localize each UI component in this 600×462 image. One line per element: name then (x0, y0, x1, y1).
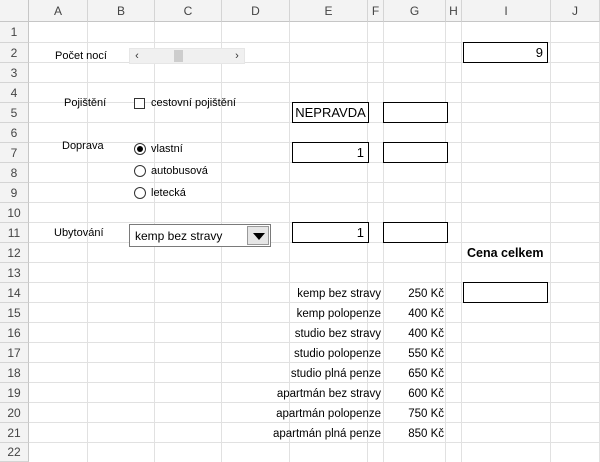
price-list-item-price: 750 Kč (408, 408, 444, 420)
row-header-13[interactable]: 13 (0, 263, 29, 283)
grid-line (29, 402, 600, 403)
accommodation-label: Ubytování (54, 227, 104, 239)
grid-line (29, 322, 600, 323)
price-list-item-price: 850 Kč (408, 428, 444, 440)
transport-radio-autobusova[interactable] (134, 165, 146, 177)
transport-option-label[interactable]: vlastní (151, 143, 183, 155)
price-list-item-name: apartmán bez stravy (276, 388, 381, 400)
row-header-12[interactable]: 12 (0, 243, 29, 263)
price-list-item-name: studio plná penze (290, 368, 381, 380)
price-list-item-price: 600 Kč (408, 388, 444, 400)
transport-value-cell[interactable]: 1 (292, 142, 369, 163)
insurance-label: Pojištění (64, 97, 107, 109)
row-header-21[interactable]: 21 (0, 423, 29, 443)
grid-line (29, 342, 600, 343)
grid-line (29, 422, 600, 423)
accommodation-dropdown[interactable]: kemp bez stravy (129, 224, 271, 247)
grid-line (29, 202, 600, 203)
insurance-price-cell[interactable] (383, 102, 448, 123)
column-header-b[interactable]: B (88, 0, 155, 22)
column-header-a[interactable]: A (29, 0, 88, 22)
price-list-item-name: studio bez stravy (294, 328, 381, 340)
column-header-g[interactable]: G (384, 0, 446, 22)
grid-line (29, 362, 600, 363)
price-list-item-price: 550 Kč (408, 348, 444, 360)
transport-radio-letecka[interactable] (134, 187, 146, 199)
row-header-7[interactable]: 7 (0, 143, 29, 163)
total-value-cell[interactable] (463, 282, 548, 303)
accommodation-price-cell[interactable] (383, 222, 448, 243)
transport-label: Doprava (62, 140, 104, 152)
row-header-16[interactable]: 16 (0, 323, 29, 343)
transport-option-label[interactable]: letecká (151, 187, 186, 199)
row-header-1[interactable]: 1 (0, 22, 29, 43)
grid-line (29, 182, 600, 183)
row-header-9[interactable]: 9 (0, 183, 29, 203)
price-list-item-name: apartmán plná penze (272, 428, 381, 440)
column-header-f[interactable]: F (368, 0, 384, 22)
nights-label: Počet nocí (55, 50, 107, 62)
insurance-checkbox[interactable] (134, 98, 145, 109)
chevron-right-icon[interactable]: › (230, 49, 244, 63)
row-header-10[interactable]: 10 (0, 203, 29, 223)
price-list-item-name: kemp polopenze (296, 308, 381, 320)
column-header-c[interactable]: C (155, 0, 222, 22)
row-header-11[interactable]: 11 (0, 223, 29, 243)
column-header-h[interactable]: H (446, 0, 462, 22)
nights-value-cell[interactable]: 9 (463, 42, 548, 63)
row-header-22[interactable]: 22 (0, 443, 29, 462)
triangle-down-icon[interactable] (247, 226, 269, 245)
row-header-15[interactable]: 15 (0, 303, 29, 323)
transport-price-cell[interactable] (383, 142, 448, 163)
row-header-8[interactable]: 8 (0, 163, 29, 183)
nights-scrollbar[interactable]: ‹ › (129, 48, 245, 64)
column-header-i[interactable]: I (462, 0, 551, 22)
accommodation-value-cell[interactable]: 1 (292, 222, 369, 243)
row-header-14[interactable]: 14 (0, 283, 29, 303)
row-header-4[interactable]: 4 (0, 83, 29, 103)
column-header-d[interactable]: D (222, 0, 290, 22)
price-list-item-price: 650 Kč (408, 368, 444, 380)
transport-option-label[interactable]: autobusová (151, 165, 208, 177)
select-all-corner[interactable] (0, 0, 29, 22)
row-header-18[interactable]: 18 (0, 363, 29, 383)
insurance-value-cell[interactable]: NEPRAVDA (292, 102, 369, 123)
price-list-item-price: 250 Kč (408, 288, 444, 300)
scrollbar-thumb[interactable] (174, 50, 183, 62)
transport-radio-vlastni[interactable] (134, 143, 146, 155)
row-header-2[interactable]: 2 (0, 43, 29, 63)
price-list-item-price: 400 Kč (408, 328, 444, 340)
grid-line (29, 382, 600, 383)
column-header-j[interactable]: J (551, 0, 600, 22)
row-header-5[interactable]: 5 (0, 103, 29, 123)
row-header-17[interactable]: 17 (0, 343, 29, 363)
price-list-item-name: studio polopenze (294, 348, 381, 360)
grid-line (29, 262, 600, 263)
row-header-19[interactable]: 19 (0, 383, 29, 403)
row-header-6[interactable]: 6 (0, 123, 29, 143)
price-list-item-name: apartmán polopenze (276, 408, 381, 420)
total-label: Cena celkem (467, 246, 544, 260)
price-list-item-price: 400 Kč (408, 308, 444, 320)
row-header-3[interactable]: 3 (0, 63, 29, 83)
grid-line (29, 82, 600, 83)
chevron-left-icon[interactable]: ‹ (130, 49, 144, 63)
column-header-e[interactable]: E (290, 0, 368, 22)
insurance-checkbox-label[interactable]: cestovní pojištění (151, 97, 236, 109)
grid-line (29, 442, 600, 443)
row-header-20[interactable]: 20 (0, 403, 29, 423)
price-list-item-name: kemp bez stravy (297, 288, 381, 300)
accommodation-selected-value: kemp bez stravy (135, 229, 223, 243)
